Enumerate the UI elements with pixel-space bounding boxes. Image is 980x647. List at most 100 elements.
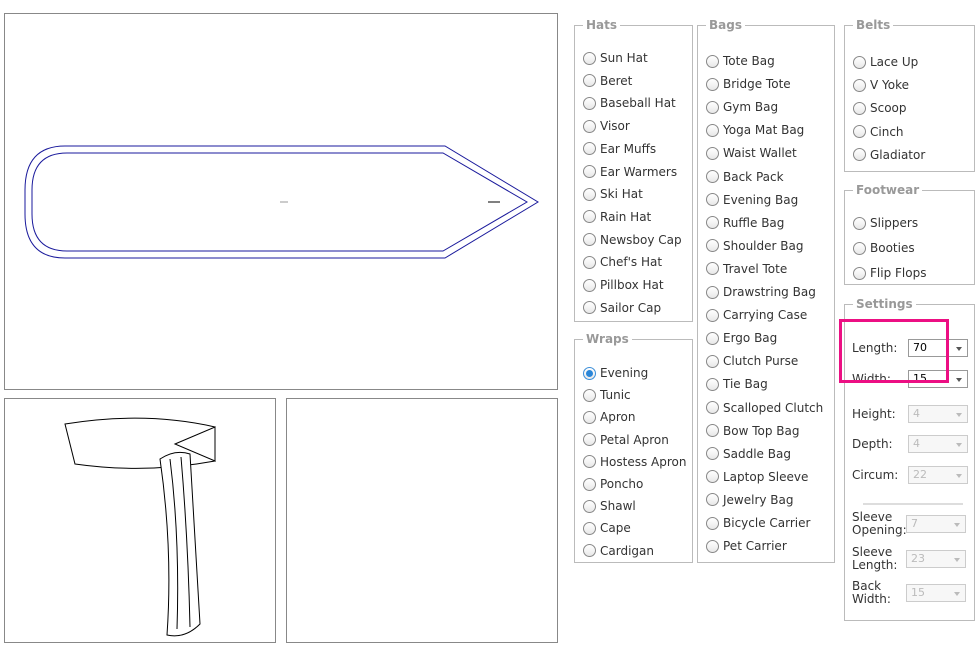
radio-button-icon[interactable] — [853, 55, 866, 69]
radio-button-icon[interactable] — [583, 278, 596, 292]
radio-hats-beret[interactable]: Beret — [583, 73, 632, 89]
radio-button-icon[interactable] — [583, 544, 596, 558]
radio-button-icon[interactable] — [706, 285, 719, 299]
radio-hats-pillbox-hat[interactable]: Pillbox Hat — [583, 277, 664, 293]
radio-belts-gladiator[interactable]: Gladiator — [853, 147, 925, 163]
radio-bags-bow-top-bag[interactable]: Bow Top Bag — [706, 423, 799, 439]
radio-wraps-petal-apron[interactable]: Petal Apron — [583, 432, 669, 448]
radio-button-icon[interactable] — [706, 77, 719, 91]
radio-bags-laptop-sleeve[interactable]: Laptop Sleeve — [706, 469, 808, 485]
radio-button-icon[interactable] — [583, 255, 596, 269]
radio-button-icon[interactable] — [853, 78, 866, 92]
radio-bags-bicycle-carrier[interactable]: Bicycle Carrier — [706, 515, 810, 531]
radio-footwear-flip-flops[interactable]: Flip Flops — [853, 265, 926, 281]
radio-footwear-slippers[interactable]: Slippers — [853, 215, 918, 231]
radio-button-icon[interactable] — [706, 424, 719, 438]
radio-bags-pet-carrier[interactable]: Pet Carrier — [706, 538, 787, 554]
radio-button-icon[interactable] — [706, 216, 719, 230]
radio-button-icon[interactable] — [706, 170, 719, 183]
radio-button-icon[interactable] — [583, 233, 596, 247]
radio-button-icon[interactable] — [853, 101, 866, 115]
radio-button-icon[interactable] — [706, 539, 719, 553]
radio-bags-drawstring-bag[interactable]: Drawstring Bag — [706, 284, 816, 300]
radio-button-icon[interactable] — [583, 499, 596, 513]
radio-button-icon[interactable] — [706, 262, 719, 276]
radio-button-icon[interactable] — [706, 100, 719, 114]
radio-wraps-apron[interactable]: Apron — [583, 409, 635, 425]
radio-hats-ear-muffs[interactable]: Ear Muffs — [583, 141, 656, 157]
radio-button-icon[interactable] — [853, 266, 866, 280]
radio-button-icon[interactable] — [583, 210, 596, 224]
setting-dropdown[interactable]: 70 — [908, 339, 968, 357]
radio-wraps-shawl[interactable]: Shawl — [583, 498, 636, 514]
radio-button-icon[interactable] — [706, 123, 719, 137]
radio-button-icon[interactable] — [583, 119, 596, 133]
radio-button-icon[interactable] — [583, 521, 596, 535]
radio-button-icon[interactable] — [706, 54, 719, 68]
radio-button-icon[interactable] — [583, 366, 596, 380]
radio-bags-ergo-bag[interactable]: Ergo Bag — [706, 330, 777, 346]
radio-belts-scoop[interactable]: Scoop — [853, 100, 907, 116]
radio-bags-tote-bag[interactable]: Tote Bag — [706, 53, 775, 69]
radio-footwear-booties[interactable]: Booties — [853, 240, 915, 256]
radio-hats-ear-warmers[interactable]: Ear Warmers — [583, 164, 677, 180]
radio-hats-newsboy-cap[interactable]: Newsboy Cap — [583, 232, 682, 248]
radio-wraps-poncho[interactable]: Poncho — [583, 476, 643, 492]
radio-button-icon[interactable] — [706, 377, 719, 391]
radio-button-icon[interactable] — [583, 96, 596, 110]
radio-bags-bridge-tote[interactable]: Bridge Tote — [706, 76, 791, 92]
radio-bags-yoga-mat-bag[interactable]: Yoga Mat Bag — [706, 122, 804, 138]
radio-button-icon[interactable] — [583, 142, 596, 156]
radio-bags-travel-tote[interactable]: Travel Tote — [706, 261, 787, 277]
radio-bags-shoulder-bag[interactable]: Shoulder Bag — [706, 238, 803, 254]
setting-dropdown[interactable]: 15 — [908, 370, 968, 388]
radio-button-icon[interactable] — [853, 148, 866, 162]
radio-wraps-cardigan[interactable]: Cardigan — [583, 543, 654, 559]
radio-button-icon[interactable] — [706, 146, 719, 160]
radio-button-icon[interactable] — [706, 193, 719, 207]
radio-button-icon[interactable] — [706, 354, 719, 368]
radio-button-icon[interactable] — [706, 308, 719, 322]
radio-button-icon[interactable] — [583, 410, 596, 424]
radio-hats-visor[interactable]: Visor — [583, 118, 630, 134]
radio-button-icon[interactable] — [853, 241, 866, 255]
radio-button-icon[interactable] — [706, 470, 719, 484]
radio-button-icon[interactable] — [583, 433, 596, 447]
radio-wraps-cape[interactable]: Cape — [583, 520, 631, 536]
radio-bags-tie-bag[interactable]: Tie Bag — [706, 376, 768, 392]
radio-bags-back-pack[interactable]: Back Pack — [706, 169, 784, 185]
radio-bags-waist-wallet[interactable]: Waist Wallet — [706, 145, 797, 161]
radio-hats-baseball-hat[interactable]: Baseball Hat — [583, 95, 676, 111]
radio-bags-evening-bag[interactable]: Evening Bag — [706, 192, 798, 208]
radio-button-icon[interactable] — [583, 455, 596, 469]
radio-hats-sailor-cap[interactable]: Sailor Cap — [583, 300, 661, 316]
radio-button-icon[interactable] — [706, 516, 719, 530]
radio-hats-sun-hat[interactable]: Sun Hat — [583, 50, 648, 66]
radio-bags-scalloped-clutch[interactable]: Scalloped Clutch — [706, 400, 823, 416]
radio-button-icon[interactable] — [583, 388, 596, 402]
radio-bags-ruffle-bag[interactable]: Ruffle Bag — [706, 215, 784, 231]
radio-button-icon[interactable] — [583, 74, 596, 88]
radio-button-icon[interactable] — [706, 239, 719, 253]
radio-button-icon[interactable] — [853, 216, 866, 230]
radio-button-icon[interactable] — [853, 125, 866, 139]
radio-bags-carrying-case[interactable]: Carrying Case — [706, 307, 807, 323]
radio-button-icon[interactable] — [706, 331, 719, 345]
radio-button-icon[interactable] — [583, 187, 596, 201]
radio-bags-clutch-purse[interactable]: Clutch Purse — [706, 353, 798, 369]
radio-button-icon[interactable] — [706, 401, 719, 414]
radio-button-icon[interactable] — [706, 493, 719, 507]
radio-button-icon[interactable] — [583, 165, 596, 178]
radio-hats-ski-hat[interactable]: Ski Hat — [583, 186, 643, 202]
radio-button-icon[interactable] — [583, 301, 596, 315]
radio-wraps-tunic[interactable]: Tunic — [583, 387, 631, 403]
radio-wraps-evening[interactable]: Evening — [583, 365, 648, 381]
radio-button-icon[interactable] — [583, 477, 596, 491]
radio-hats-rain-hat[interactable]: Rain Hat — [583, 209, 651, 225]
radio-hats-chef-s-hat[interactable]: Chef's Hat — [583, 254, 662, 270]
radio-bags-jewelry-bag[interactable]: Jewelry Bag — [706, 492, 794, 508]
radio-bags-saddle-bag[interactable]: Saddle Bag — [706, 446, 791, 462]
radio-belts-cinch[interactable]: Cinch — [853, 124, 904, 140]
radio-belts-lace-up[interactable]: Lace Up — [853, 54, 918, 70]
radio-belts-v-yoke[interactable]: V Yoke — [853, 77, 909, 93]
